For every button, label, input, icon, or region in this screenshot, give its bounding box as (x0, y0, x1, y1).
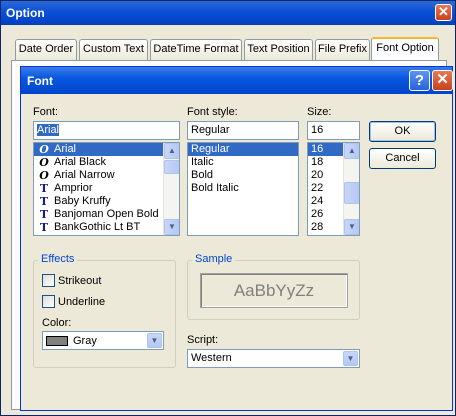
script-value: Western (191, 352, 232, 364)
list-item[interactable]: Italic (188, 156, 298, 169)
list-item-label: Arial Black (54, 156, 106, 168)
list-item-label: Amprior (54, 182, 93, 194)
truetype-font-icon: T (39, 221, 49, 234)
opentype-font-icon: O (39, 169, 49, 182)
tab-datetime-format[interactable]: DateTime Format (150, 39, 242, 60)
font-label: Font: (33, 106, 59, 118)
list-item[interactable]: T Banjoman Open Bold (34, 208, 179, 221)
chevron-down-icon[interactable]: ▼ (343, 351, 358, 366)
color-select[interactable]: Gray ▼ (42, 331, 164, 350)
strikeout-label: Strikeout (58, 275, 102, 287)
size-label: Size: (307, 106, 332, 118)
tab-font-option[interactable]: Font Option (371, 37, 439, 61)
scroll-up-arrow-icon[interactable]: ▲ (344, 143, 359, 159)
close-icon[interactable]: ✕ (432, 70, 453, 91)
font-dialog-title: Font (27, 74, 53, 88)
font-input-value: Arial (37, 124, 60, 136)
tab-file-prefix[interactable]: File Prefix (315, 39, 370, 60)
font-input[interactable]: Arial (33, 121, 180, 140)
truetype-font-icon: T (39, 182, 49, 195)
list-item-label: Banjoman Open Bold (54, 208, 159, 220)
list-item[interactable]: T Amprior (34, 182, 179, 195)
list-item-label: BankGothic Lt BT (54, 221, 141, 233)
cancel-button[interactable]: Cancel (369, 148, 436, 169)
script-select[interactable]: Western ▼ (187, 349, 360, 368)
opentype-font-icon: O (39, 156, 49, 169)
list-item-label: Arial (54, 143, 77, 155)
scroll-down-arrow-icon[interactable]: ▼ (344, 219, 359, 235)
help-icon[interactable]: ? (409, 70, 430, 91)
size-list[interactable]: 16 18 20 22 24 26 28 ▲ ▼ (307, 142, 360, 236)
underline-checkbox[interactable] (42, 295, 55, 308)
scroll-down-arrow-icon[interactable]: ▼ (164, 219, 179, 235)
font-list[interactable]: O Arial O Arial Black O Arial Narrow T Amprior T… (33, 142, 180, 236)
color-value: Gray (73, 335, 97, 347)
strikeout-checkbox[interactable] (42, 274, 55, 287)
list-item-label: Baby Kruffy (54, 195, 111, 207)
list-item-label: Arial Narrow (54, 169, 115, 181)
font-style-list[interactable]: Regular Italic Bold Bold Italic (187, 142, 299, 236)
font-style-label: Font style: (187, 106, 238, 118)
script-label: Script: (187, 334, 219, 346)
truetype-font-icon: T (39, 195, 49, 208)
color-swatch (46, 336, 68, 347)
font-dialog-titlebar: Font (21, 67, 452, 94)
list-item[interactable]: T Baby Kruffy (34, 195, 179, 208)
ok-button[interactable]: OK (369, 121, 436, 142)
truetype-font-icon: T (39, 208, 49, 221)
size-input[interactable]: 16 (307, 121, 360, 140)
font-style-input[interactable]: Regular (187, 121, 299, 140)
chevron-down-icon[interactable]: ▼ (147, 333, 162, 348)
list-item[interactable]: Regular (188, 143, 298, 156)
scroll-thumb[interactable] (344, 182, 359, 204)
tab-custom-text[interactable]: Custom Text (79, 39, 148, 60)
option-window-title: Option (6, 6, 45, 20)
underline-label: Underline (58, 296, 106, 308)
list-item[interactable]: Bold Italic (188, 182, 298, 195)
effects-title: Effects (38, 253, 78, 265)
tab-date-order[interactable]: Date Order (15, 39, 77, 60)
close-icon[interactable]: ✕ (435, 4, 452, 21)
list-item[interactable]: O Arial (34, 143, 179, 156)
list-item[interactable]: T BankGothic Lt BT (34, 221, 179, 234)
scroll-thumb[interactable] (164, 160, 179, 174)
list-item[interactable]: O Arial Narrow (34, 169, 179, 182)
opentype-font-icon: O (39, 143, 49, 156)
list-item[interactable]: Bold (188, 169, 298, 182)
list-item[interactable]: O Arial Black (34, 156, 179, 169)
color-label: Color: (42, 317, 72, 329)
size-list-scrollbar[interactable]: ▲ ▼ (343, 143, 359, 235)
option-titlebar: Option (1, 1, 455, 25)
font-list-scrollbar[interactable]: ▲ ▼ (163, 143, 179, 235)
tab-text-position[interactable]: Text Position (244, 39, 313, 60)
sample-preview: AaBbYyZz (200, 273, 348, 308)
sample-title: Sample (192, 253, 236, 265)
scroll-up-arrow-icon[interactable]: ▲ (164, 143, 179, 159)
